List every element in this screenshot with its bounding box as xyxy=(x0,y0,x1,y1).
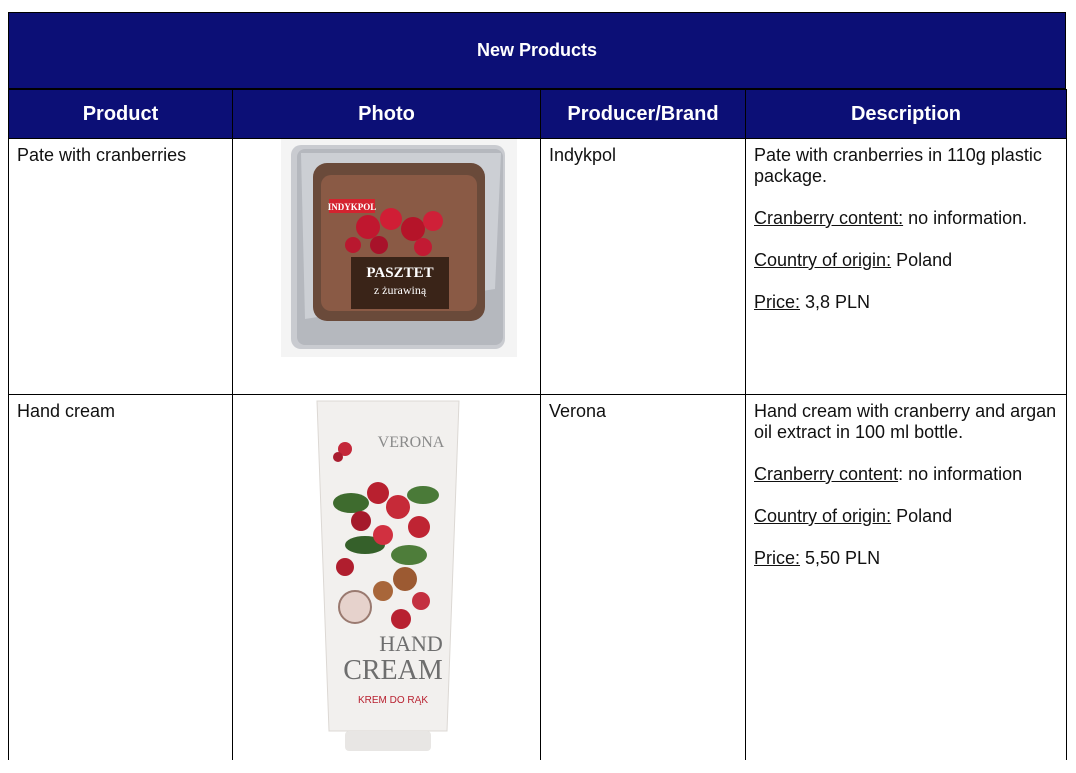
cream-tube-name-1: HAND xyxy=(379,631,443,656)
origin-value: Poland xyxy=(891,250,953,270)
new-products-document: New Products Product Photo Producer/Bran… xyxy=(8,12,1067,760)
origin-value: Poland xyxy=(891,506,953,526)
price-value: 3,8 PLN xyxy=(800,292,871,312)
price-label: Price: xyxy=(754,548,801,568)
description-cell: Pate with cranberries in 110g plastic pa… xyxy=(745,138,1067,395)
hand-cream-tube-image: VERONA HAND CREAM KREM DO RĄK xyxy=(233,395,539,755)
cream-tube-subtitle: KREM DO RĄK xyxy=(358,695,428,706)
table-row: Hand cream VERONA HAND CREAM KREM DO RĄK… xyxy=(8,394,1067,760)
description-text: Pate with cranberries in 110g plastic pa… xyxy=(754,145,1042,186)
product-name: Hand cream xyxy=(17,401,116,421)
products-table: Product Photo Producer/Brand Description… xyxy=(8,89,1067,760)
origin-label: Country of origin: xyxy=(754,250,892,270)
cranberry-content-value: no information. xyxy=(903,208,1028,228)
description-text: Hand cream with cranberry and argan oil … xyxy=(754,401,1057,442)
column-header-photo: Photo xyxy=(232,89,541,139)
cranberry-content-label: Cranberry content: xyxy=(754,208,904,228)
pate-package-brand: INDYKPOL xyxy=(328,202,377,212)
brand-cell: Indykpol xyxy=(540,138,746,395)
column-header-brand: Producer/Brand xyxy=(540,89,746,139)
table-header-row: Product Photo Producer/Brand Description xyxy=(8,89,1067,139)
photo-cell: VERONA HAND CREAM KREM DO RĄK xyxy=(232,394,541,760)
cream-tube-brand: VERONA xyxy=(378,434,445,451)
pate-package-subtitle: z żurawiną xyxy=(374,283,427,297)
table-title: New Products xyxy=(8,12,1066,89)
origin-label: Country of origin: xyxy=(754,506,892,526)
brand-cell: Verona xyxy=(540,394,746,760)
table-row: Pate with cranberries INDYKPOL PASZTET z… xyxy=(8,138,1067,395)
column-header-description: Description xyxy=(745,89,1067,139)
brand-name: Verona xyxy=(549,401,607,421)
pate-package-name: PASZTET xyxy=(366,265,433,281)
cranberry-content-label: Cranberry content xyxy=(754,464,899,484)
column-header-product: Product xyxy=(8,89,233,139)
price-value: 5,50 PLN xyxy=(800,548,881,568)
photo-cell: INDYKPOL PASZTET z żurawiną xyxy=(232,138,541,395)
price-label: Price: xyxy=(754,292,801,312)
product-name-cell: Pate with cranberries xyxy=(8,138,233,395)
pate-package-image: INDYKPOL PASZTET z żurawiną xyxy=(233,139,539,382)
product-name-cell: Hand cream xyxy=(8,394,233,760)
cranberry-content-value: : no information xyxy=(898,464,1023,484)
brand-name: Indykpol xyxy=(549,145,617,165)
description-cell: Hand cream with cranberry and argan oil … xyxy=(745,394,1067,760)
cream-tube-name-2: CREAM xyxy=(343,655,443,686)
product-name: Pate with cranberries xyxy=(17,145,187,165)
